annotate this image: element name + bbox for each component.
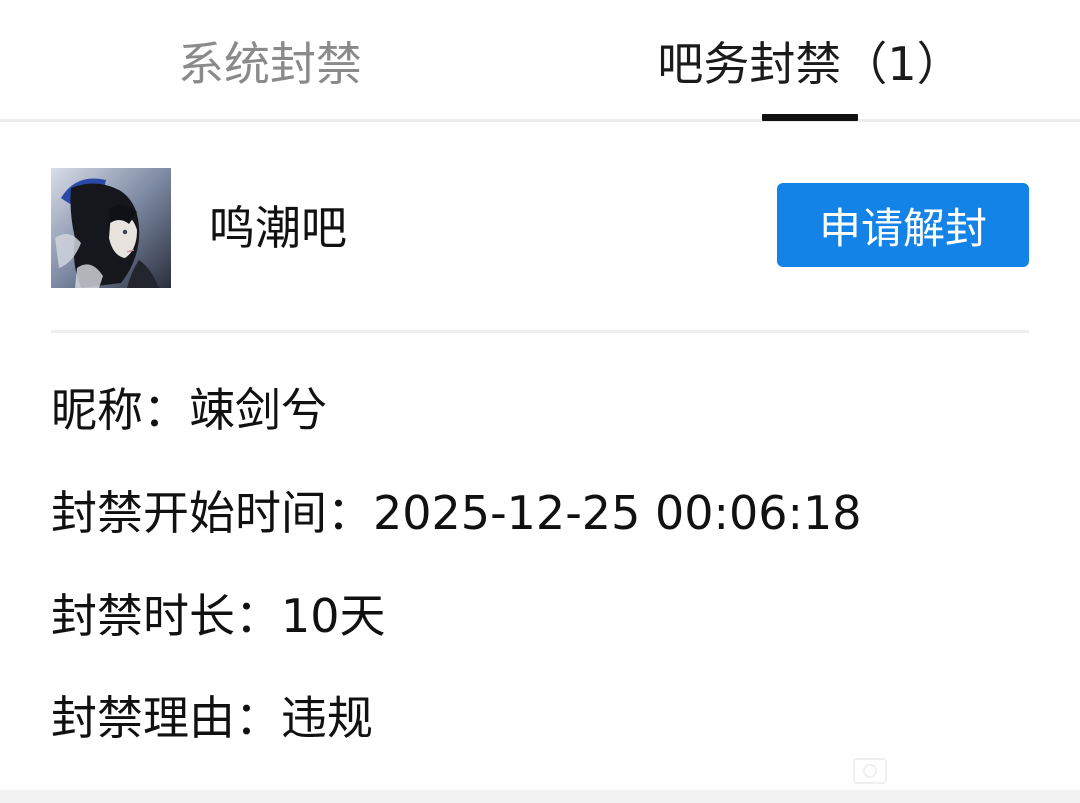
ban-type-tabs: 系统封禁 吧务封禁（1） (0, 0, 1080, 122)
ban-start-time-line: 封禁开始时间：2025-12-25 00:06:18 (51, 486, 862, 540)
bottom-band (0, 790, 1080, 803)
tab-bar-ban[interactable]: 吧务封禁（1） (620, 0, 1000, 122)
tab-system-ban[interactable]: 系统封禁 (120, 0, 420, 122)
active-tab-indicator (762, 114, 858, 121)
watermark-icon (853, 758, 887, 784)
ban-detail-page: 系统封禁 吧务封禁（1） 鸣潮吧 申请解封 昵称：竦剑兮 封禁开始时间：2025… (0, 0, 1080, 803)
forum-row: 鸣潮吧 申请解封 (51, 168, 1029, 288)
ban-reason-line: 封禁理由：违规 (51, 691, 373, 745)
forum-avatar[interactable] (51, 168, 171, 288)
section-divider (51, 330, 1029, 333)
nickname-line: 昵称：竦剑兮 (51, 383, 327, 437)
ban-duration-line: 封禁时长：10天 (51, 589, 386, 643)
apply-unban-button[interactable]: 申请解封 (777, 183, 1029, 267)
forum-name[interactable]: 鸣潮吧 (209, 198, 347, 258)
anime-character-avatar-icon (51, 168, 171, 288)
